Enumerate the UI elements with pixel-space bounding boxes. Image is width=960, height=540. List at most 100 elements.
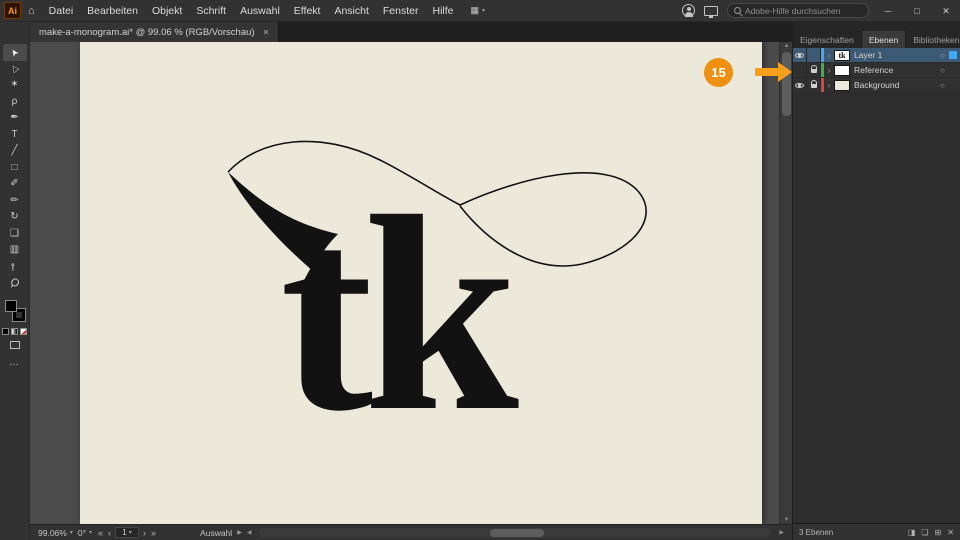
scroll-left-icon[interactable]: ◀ — [247, 529, 252, 536]
line-segment-tool[interactable]: ╱ — [3, 143, 27, 160]
tools-panel: ➤ ▷ ✶ ρ ✒ T ╱ □ ✐ ✏ ↻ ❏ ▥ ⊸ Ϙ … — [0, 22, 30, 540]
chevron-down-icon: ▾ — [69, 530, 73, 536]
layer-thumbnail[interactable] — [834, 64, 850, 76]
tab-bibliotheken[interactable]: Bibliotheken — [906, 31, 960, 48]
magic-wand-tool[interactable]: ✶ — [3, 77, 27, 94]
selection-indicator[interactable] — [949, 51, 957, 59]
visibility-toggle[interactable] — [793, 63, 807, 77]
pencil-tool[interactable]: ✏ — [3, 193, 27, 210]
gradient-tool[interactable]: ▥ — [3, 242, 27, 259]
home-icon[interactable]: ⌂ — [28, 5, 35, 17]
selection-tool[interactable]: ➤ — [2, 44, 27, 61]
lock-icon — [810, 80, 817, 89]
scale-tool[interactable]: ❏ — [3, 226, 27, 243]
scroll-right-icon[interactable]: ▶ — [779, 529, 784, 536]
make-clipping-mask-icon[interactable]: ◨ — [908, 528, 916, 537]
target-circle-icon[interactable]: ○ — [936, 51, 949, 60]
lock-toggle[interactable] — [807, 63, 821, 77]
menubar-right-cluster: ─ □ ✕ — [682, 0, 960, 22]
direct-selection-tool-icon: ▷ — [8, 63, 21, 75]
layer-count-label: 3 Ebenen — [799, 527, 834, 537]
menu-objekt[interactable]: Objekt — [145, 0, 189, 22]
rotate-tool[interactable]: ↻ — [3, 209, 27, 226]
paintbrush-tool[interactable]: ✐ — [3, 176, 27, 193]
none-button[interactable] — [20, 327, 27, 335]
scroll-down-icon[interactable]: ▼ — [780, 517, 792, 523]
menu-effekt[interactable]: Effekt — [287, 0, 328, 22]
gradient-tool-icon: ▥ — [9, 244, 20, 256]
help-search-box[interactable] — [727, 3, 869, 18]
visibility-toggle[interactable] — [793, 48, 807, 62]
rotation-dropdown[interactable]: 0° ▾ — [78, 528, 92, 538]
status-readout[interactable]: Auswahl — [200, 528, 232, 538]
chevron-down-icon: ▾ — [89, 530, 93, 536]
pen-tool[interactable]: ✒ — [3, 110, 27, 127]
window-maximize-button[interactable]: □ — [907, 0, 927, 22]
canvas-pasteboard[interactable]: tk ▲ ▼ — [30, 42, 792, 524]
menu-fenster[interactable]: Fenster — [376, 0, 426, 22]
eyedropper-tool[interactable]: ⊸ — [3, 259, 27, 276]
step-number-badge: 15 — [704, 58, 733, 87]
gradient-button[interactable] — [11, 327, 18, 335]
menu-bearbeiten[interactable]: Bearbeiten — [80, 0, 145, 22]
first-artboard-button[interactable]: « — [97, 528, 104, 538]
layer-thumbnail[interactable]: tk — [834, 49, 850, 61]
expand-chevron-icon[interactable]: › — [824, 51, 834, 60]
pencil-tool-icon: ✏ — [10, 194, 19, 206]
expand-chevron-icon[interactable]: › — [824, 66, 834, 75]
layer-row-layer-1[interactable]: › tk Layer 1 ○ — [793, 48, 960, 63]
next-artboard-button[interactable]: › — [142, 528, 147, 538]
account-avatar-icon[interactable] — [682, 4, 695, 17]
zoom-tool[interactable]: Ϙ — [3, 275, 27, 292]
menu-ansicht[interactable]: Ansicht — [327, 0, 375, 22]
delete-layer-icon[interactable]: ✕ — [947, 528, 954, 537]
artboard[interactable]: tk — [80, 42, 762, 524]
layer-thumbnail[interactable] — [834, 79, 850, 91]
scroll-up-icon[interactable]: ▲ — [780, 43, 792, 49]
horizontal-scrollbar[interactable] — [259, 527, 772, 538]
lock-toggle[interactable] — [807, 48, 821, 62]
drawing-mode-icon[interactable] — [9, 340, 20, 349]
panel-empty-area — [793, 93, 960, 523]
window-minimize-button[interactable]: ─ — [878, 0, 898, 22]
rectangle-tool[interactable]: □ — [3, 160, 27, 177]
target-circle-icon[interactable]: ○ — [936, 66, 949, 75]
new-layer-icon[interactable]: ⊞ — [935, 528, 942, 537]
layer-row-reference[interactable]: › Reference ○ — [793, 63, 960, 78]
color-button[interactable] — [2, 327, 9, 335]
vertical-scrollbar[interactable]: ▲ ▼ — [779, 42, 792, 524]
selection-indicator[interactable] — [949, 66, 957, 74]
document-tab[interactable]: make-a-monogram.ai* @ 99.06 % (RGB/Vorsc… — [30, 22, 280, 42]
last-artboard-button[interactable]: » — [150, 528, 157, 538]
tab-close-icon[interactable]: ✕ — [263, 28, 270, 37]
menu-datei[interactable]: Datei — [42, 0, 81, 22]
direct-selection-tool[interactable]: ▷ — [3, 61, 27, 78]
menu-hilfe[interactable]: Hilfe — [426, 0, 461, 22]
visibility-toggle[interactable] — [793, 78, 807, 92]
layer-row-background[interactable]: › Background ○ — [793, 78, 960, 93]
menu-auswahl[interactable]: Auswahl — [233, 0, 287, 22]
zoom-dropdown[interactable]: 99.06% ▾ — [38, 528, 73, 538]
lasso-tool[interactable]: ρ — [3, 94, 27, 111]
expand-chevron-icon[interactable]: › — [824, 81, 834, 90]
menu-schrift[interactable]: Schrift — [189, 0, 233, 22]
status-flyout-icon[interactable]: ▶ — [237, 529, 242, 536]
previous-artboard-button[interactable]: ‹ — [107, 528, 112, 538]
lock-toggle[interactable] — [807, 78, 821, 92]
workspace-switcher[interactable]: ▦ ▾ — [471, 5, 486, 16]
horizontal-scrollbar-thumb[interactable] — [489, 528, 544, 537]
share-screen-icon[interactable] — [704, 5, 718, 18]
artboard-number-field[interactable]: 1 ▾ — [115, 527, 140, 538]
tab-ebenen[interactable]: Ebenen — [861, 31, 907, 48]
help-search-input[interactable] — [745, 5, 862, 16]
new-sublayer-icon[interactable]: ❏ — [921, 528, 928, 537]
tab-eigenschaften[interactable]: Eigenschaften — [793, 31, 862, 48]
status-bar: 99.06% ▾ 0° ▾ « ‹ 1 ▾ › » Auswahl ▶ ◀ ▶ — [30, 524, 792, 540]
selection-indicator[interactable] — [949, 81, 957, 89]
layers-list: › tk Layer 1 ○ › Reference ○ › Backgroun… — [793, 48, 960, 93]
fill-swatch[interactable] — [4, 299, 17, 312]
target-circle-icon[interactable]: ○ — [936, 81, 949, 90]
type-tool[interactable]: T — [3, 127, 27, 144]
window-close-button[interactable]: ✕ — [936, 0, 956, 22]
edit-toolbar-ellipsis-icon[interactable]: … — [9, 357, 20, 368]
